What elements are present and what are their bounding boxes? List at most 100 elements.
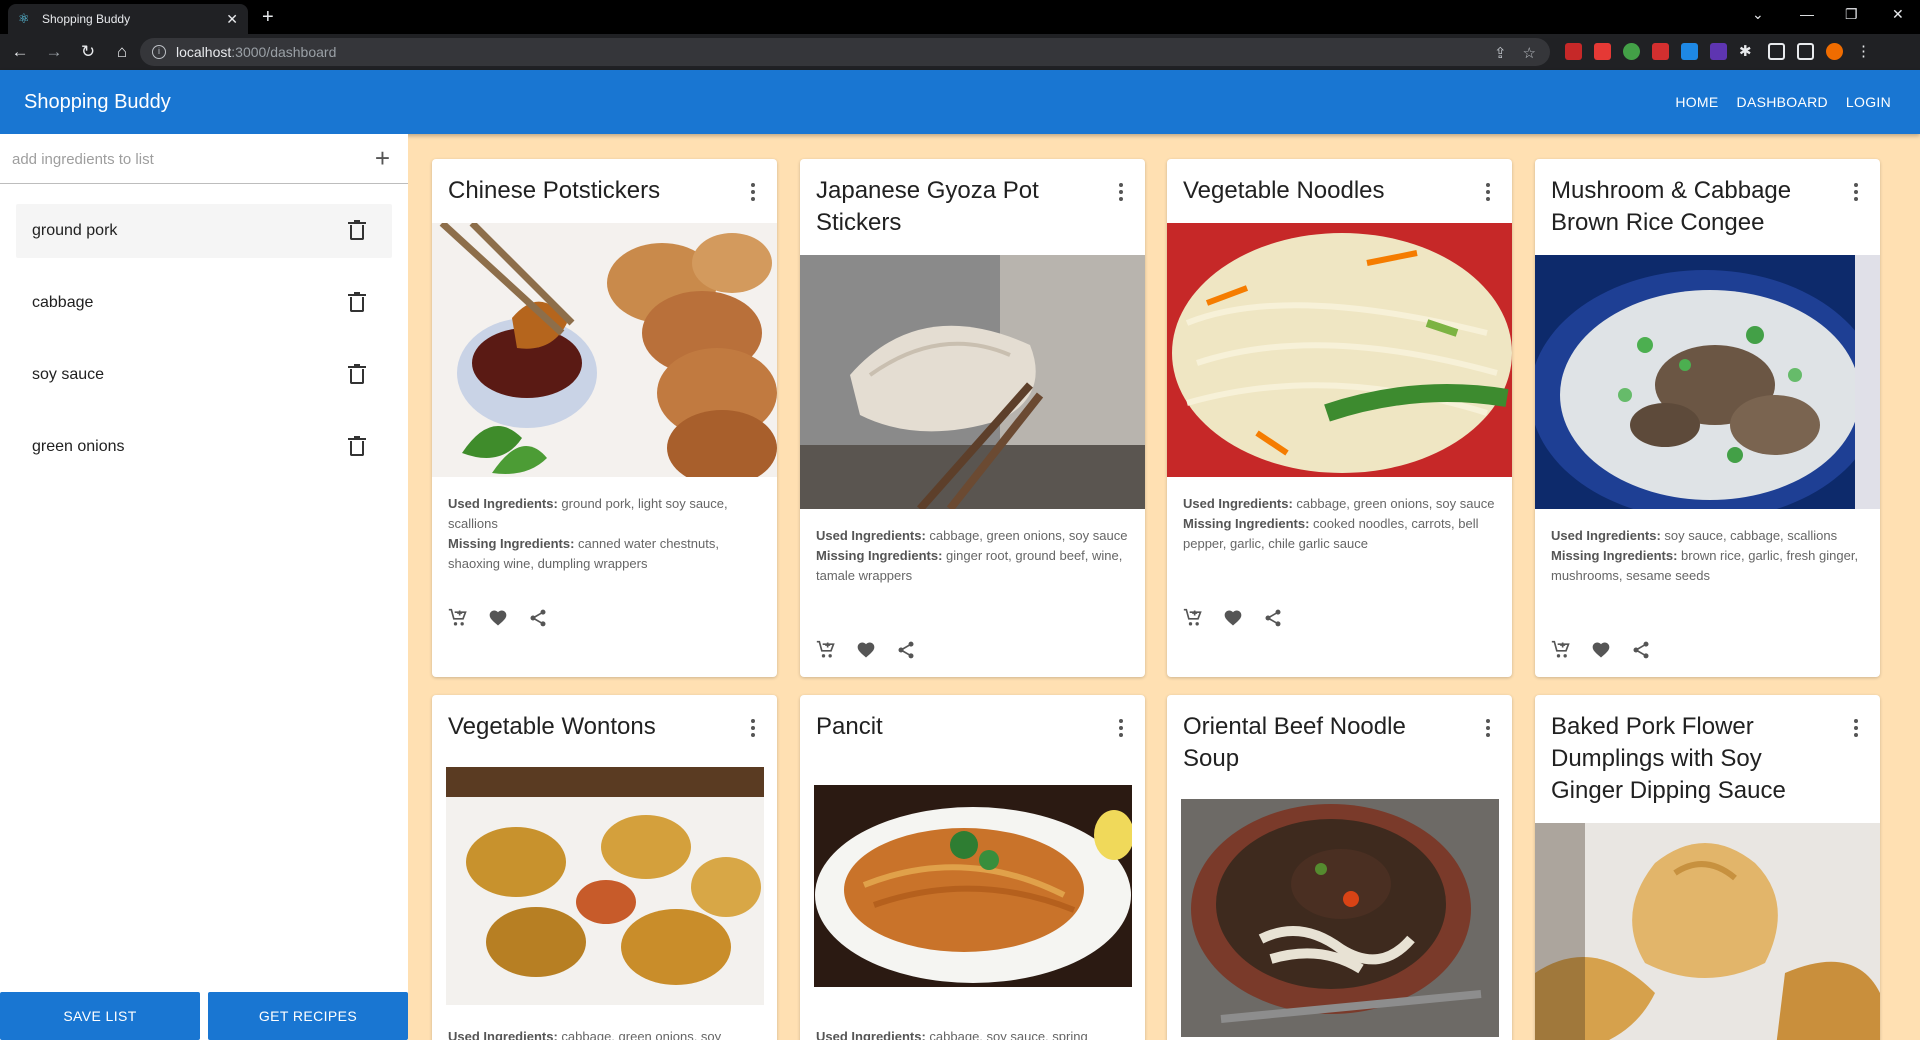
recipe-image — [800, 255, 1145, 509]
nav-dashboard[interactable]: DASHBOARD — [1737, 94, 1828, 110]
add-to-cart-icon[interactable] — [1551, 640, 1571, 660]
cast-icon[interactable] — [1768, 43, 1785, 60]
recipe-card[interactable]: Pancit Used Ingredients: cabbage, soy sa… — [800, 695, 1145, 1040]
extension-icon[interactable] — [1594, 43, 1611, 60]
delete-icon[interactable] — [348, 436, 366, 456]
add-icon[interactable]: + — [375, 145, 390, 171]
recipe-ingredients: Used Ingredients: soy sauce, cabbage, sc… — [1551, 526, 1866, 586]
recipe-card[interactable]: Vegetable Noodles Used Ingredients: cabb… — [1167, 159, 1512, 677]
delete-icon[interactable] — [348, 292, 366, 312]
reload-icon[interactable]: ↻ — [74, 42, 102, 62]
missing-label: Missing Ingredients: — [1551, 548, 1678, 563]
minimize-icon[interactable]: — — [1800, 6, 1814, 22]
get-recipes-button[interactable]: GET RECIPES — [208, 992, 408, 1040]
ingredient-item[interactable]: ground pork — [16, 204, 392, 258]
more-vert-icon[interactable] — [1119, 183, 1123, 201]
recipe-card[interactable]: Chinese Potstickers Used Ingredients: gr… — [432, 159, 777, 677]
add-to-cart-icon[interactable] — [448, 608, 468, 628]
extension-icon[interactable] — [1652, 43, 1669, 60]
used-ingredients: soy sauce, cabbage, scallions — [1664, 528, 1838, 543]
browser-tab[interactable]: ⚛ Shopping Buddy ✕ — [8, 4, 248, 34]
url-host: localhost — [176, 44, 232, 60]
sidebar-actions: SAVE LIST GET RECIPES — [0, 992, 408, 1040]
extension-icon[interactable] — [1681, 43, 1698, 60]
ingredient-input[interactable] — [12, 146, 352, 172]
nav-login[interactable]: LOGIN — [1846, 94, 1891, 110]
recipe-title: Vegetable Noodles — [1183, 177, 1385, 204]
ingredient-label: ground pork — [32, 222, 118, 239]
used-ingredients: cabbage, green onions, soy sauce — [1296, 496, 1495, 511]
missing-label: Missing Ingredients: — [816, 548, 943, 563]
recipe-title: Oriental Beef Noodle Soup — [1183, 713, 1406, 772]
bookmark-star-icon[interactable]: ☆ — [1523, 44, 1536, 62]
more-vert-icon[interactable] — [1854, 183, 1858, 201]
recipe-card[interactable]: Baked Pork Flower Dumplings with Soy Gin… — [1535, 695, 1880, 1040]
used-label: Used Ingredients: — [448, 496, 558, 511]
restore-icon[interactable]: ❐ — [1845, 6, 1858, 23]
profile-avatar[interactable] — [1826, 43, 1843, 60]
more-vert-icon[interactable] — [1486, 183, 1490, 201]
save-list-button[interactable]: SAVE LIST — [0, 992, 200, 1040]
favorite-icon[interactable] — [1591, 640, 1611, 660]
favorite-icon[interactable] — [856, 640, 876, 660]
ingredient-item[interactable]: cabbage — [16, 276, 392, 330]
nav-home[interactable]: HOME — [1675, 94, 1718, 110]
share-page-icon[interactable]: ⇪ — [1494, 44, 1507, 62]
delete-icon[interactable] — [348, 364, 366, 384]
tab-search-icon[interactable]: ⌄ — [1752, 6, 1764, 23]
share-icon[interactable] — [528, 608, 548, 628]
recipe-ingredients: Used Ingredients: cabbage, soy sauce, sp… — [816, 1027, 1131, 1040]
window-close-icon[interactable]: ✕ — [1892, 6, 1904, 23]
add-to-cart-icon[interactable] — [1183, 608, 1203, 628]
used-ingredients: cabbage, green onions, soy — [561, 1029, 722, 1040]
forward-icon[interactable]: → — [40, 42, 68, 62]
recipe-ingredients: Used Ingredients: cabbage, green onions,… — [1183, 494, 1498, 554]
favorite-icon[interactable] — [1223, 608, 1243, 628]
ublock-icon[interactable] — [1565, 43, 1582, 60]
favorite-icon[interactable] — [488, 608, 508, 628]
recipe-image — [1181, 799, 1499, 1037]
side-panel-icon[interactable] — [1797, 43, 1814, 60]
recipe-image — [1535, 823, 1880, 1040]
back-icon[interactable]: ← — [6, 42, 34, 62]
extension-icon[interactable] — [1710, 43, 1727, 60]
site-info-icon[interactable]: i — [152, 45, 166, 59]
delete-icon[interactable] — [348, 220, 366, 240]
recipe-title: Chinese Potstickers — [448, 177, 661, 204]
card-actions — [448, 608, 548, 628]
puzzle-icon[interactable]: ✱ — [1739, 43, 1756, 60]
more-vert-icon[interactable] — [1486, 719, 1490, 737]
more-vert-icon[interactable] — [751, 183, 755, 201]
recipe-title: Pancit — [816, 713, 883, 740]
recipe-ingredients: Used Ingredients: cabbage, green onions,… — [816, 526, 1131, 586]
used-label: Used Ingredients: — [448, 1029, 558, 1040]
card-actions — [1551, 640, 1651, 660]
ingredient-item[interactable]: green onions — [16, 420, 392, 474]
close-tab-icon[interactable]: ✕ — [226, 11, 238, 28]
more-vert-icon[interactable] — [1854, 719, 1858, 737]
share-icon[interactable] — [1631, 640, 1651, 660]
new-tab-icon[interactable]: + — [262, 7, 274, 27]
add-to-cart-icon[interactable] — [816, 640, 836, 660]
recipe-card[interactable]: Oriental Beef Noodle Soup — [1167, 695, 1512, 1040]
share-icon[interactable] — [896, 640, 916, 660]
browser-menu-icon[interactable]: ⋮ — [1855, 43, 1872, 60]
home-icon[interactable]: ⌂ — [108, 42, 136, 62]
tab-title: Shopping Buddy — [42, 12, 131, 26]
ingredient-item[interactable]: soy sauce — [16, 348, 392, 402]
address-bar[interactable]: i localhost:3000/dashboard ⇪ ☆ — [140, 38, 1550, 66]
recipe-card[interactable]: Mushroom & Cabbage Brown Rice Congee Use… — [1535, 159, 1880, 677]
recipe-card[interactable]: Japanese Gyoza Pot Stickers Used Ingredi… — [800, 159, 1145, 677]
recipe-title: Mushroom & Cabbage Brown Rice Congee — [1551, 177, 1792, 236]
more-vert-icon[interactable] — [751, 719, 755, 737]
recipe-card[interactable]: Vegetable Wontons Used Ingredients: cabb… — [432, 695, 777, 1040]
extension-icon[interactable] — [1623, 43, 1640, 60]
app-title[interactable]: Shopping Buddy — [24, 91, 171, 114]
share-icon[interactable] — [1263, 608, 1283, 628]
missing-label: Missing Ingredients: — [448, 536, 575, 551]
add-ingredient-row: + — [0, 134, 408, 184]
used-label: Used Ingredients: — [1551, 528, 1661, 543]
ingredient-list: ground pork cabbage soy sauce green onio… — [16, 204, 392, 492]
more-vert-icon[interactable] — [1119, 719, 1123, 737]
used-label: Used Ingredients: — [816, 1029, 926, 1040]
